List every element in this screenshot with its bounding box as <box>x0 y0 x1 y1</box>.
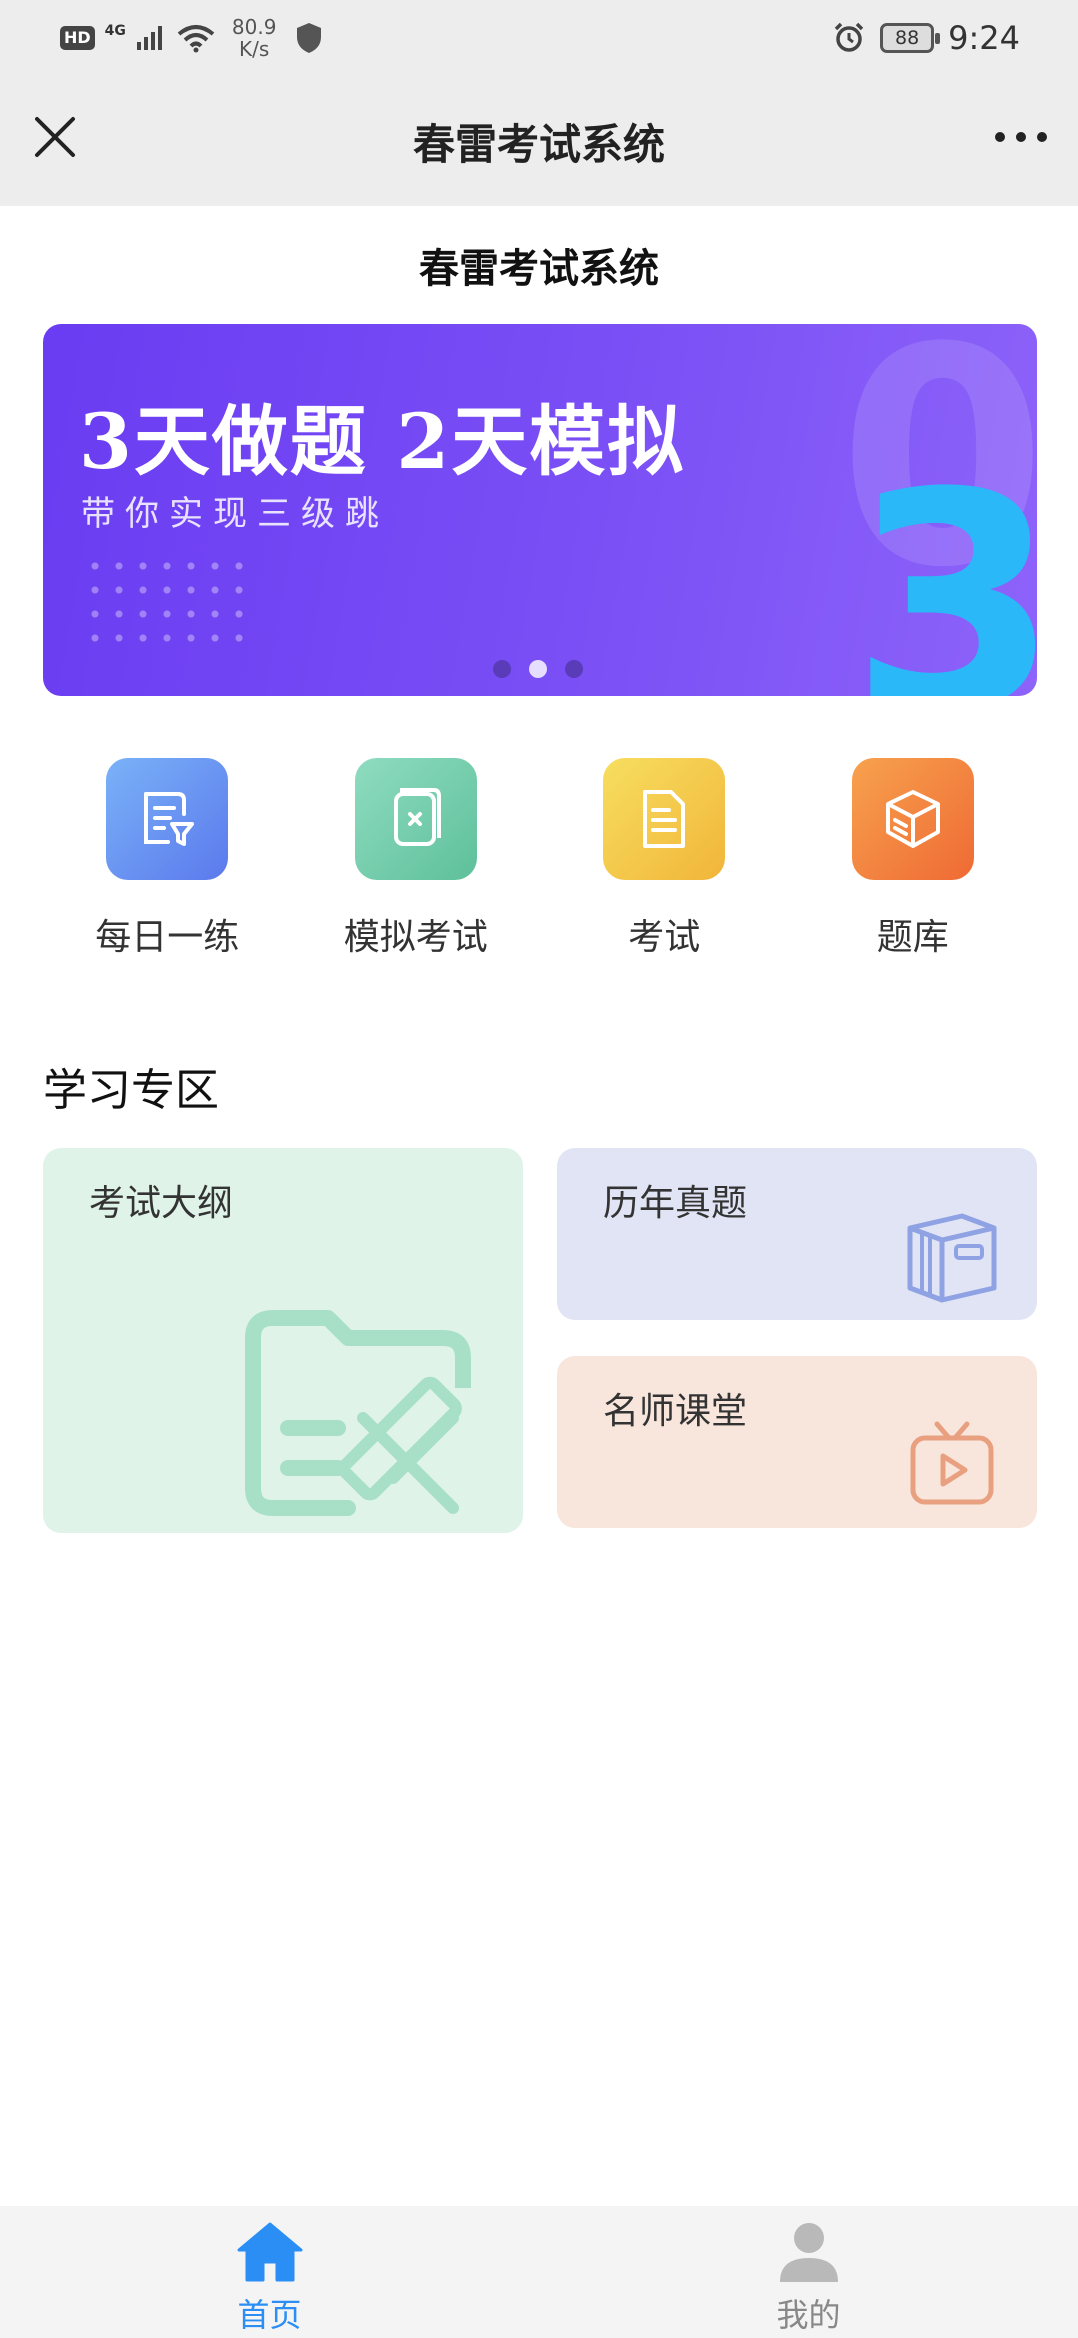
speed-value: 80.9 <box>231 15 277 39</box>
banner-subtitle: 带你实现三级跳 <box>81 494 389 534</box>
close-button[interactable] <box>30 112 80 162</box>
title-bar: 春雷考试系统 <box>0 76 1078 206</box>
close-icon <box>35 117 75 157</box>
quick-entry-question-bank[interactable]: 题库 <box>789 758 1038 960</box>
home-icon <box>237 2222 302 2282</box>
quick-entry-daily-practice[interactable]: 每日一练 <box>43 758 292 960</box>
profile-icon <box>779 2223 838 2282</box>
carousel-indicator <box>493 660 583 678</box>
carousel-dot[interactable] <box>565 660 583 678</box>
banner-headline: 3天做题 2天模拟 <box>79 397 686 486</box>
tab-profile[interactable]: 我的 <box>539 2206 1078 2338</box>
alarm-icon <box>834 22 864 52</box>
card-past-papers[interactable]: 历年真题 <box>557 1148 1037 1320</box>
battery-level: 88 <box>895 27 920 49</box>
tab-profile-label: 我的 <box>776 2296 841 2334</box>
card-label: 名师课堂 <box>603 1391 748 1432</box>
quick-entry-row: 每日一练 模拟考试 考试 题库 <box>43 758 1037 960</box>
banner-deco-three: 3 <box>850 429 1037 697</box>
quick-entry-mock-exam[interactable]: 模拟考试 <box>292 758 541 960</box>
bottom-tab-bar: 首页 我的 <box>0 2206 1078 2338</box>
more-icon <box>995 132 1047 142</box>
network-type: 4G <box>104 23 126 39</box>
signal-icon <box>136 26 162 50</box>
banner-dot-pattern <box>83 554 243 654</box>
tv-play-icon <box>910 1421 994 1505</box>
battery-indicator: 88 <box>880 23 941 53</box>
card-label: 考试大纲 <box>89 1183 234 1224</box>
tab-home-label: 首页 <box>237 2296 302 2334</box>
folder-ruler-icon <box>245 1310 471 1516</box>
hd-indicator: HD <box>60 26 95 50</box>
quick-entry-label: 每日一练 <box>95 917 240 958</box>
quick-entry-exam[interactable]: 考试 <box>540 758 789 960</box>
quick-entry-label: 考试 <box>628 917 701 958</box>
quick-entry-label: 模拟考试 <box>343 917 488 958</box>
quick-entry-label: 题库 <box>876 917 949 958</box>
books-icon <box>907 1213 997 1303</box>
carousel-dot-active[interactable] <box>529 660 547 678</box>
status-bar: HD 4G 80.9 K/s 88 9:24 <box>0 0 1078 76</box>
more-button[interactable] <box>992 122 1050 152</box>
mock-exam-icon <box>354 758 477 880</box>
card-exam-outline[interactable]: 考试大纲 <box>43 1148 523 1533</box>
nav-title: 春雷考试系统 <box>412 119 665 169</box>
promo-banner[interactable]: 0 3 3天做题 2天模拟 带你实现三级跳 <box>43 324 1037 696</box>
network-speed: 80.9 K/s <box>232 16 277 60</box>
daily-practice-icon <box>106 758 229 880</box>
card-master-class[interactable]: 名师课堂 <box>557 1356 1037 1528</box>
question-bank-icon <box>851 758 974 880</box>
exam-icon <box>603 758 726 880</box>
speed-unit: K/s <box>239 37 270 61</box>
study-zone-title: 学习专区 <box>43 1065 219 1116</box>
shield-icon <box>297 23 322 53</box>
page-title: 春雷考试系统 <box>419 246 659 292</box>
carousel-dot[interactable] <box>493 660 511 678</box>
tab-home[interactable]: 首页 <box>0 2206 539 2338</box>
card-label: 历年真题 <box>603 1183 748 1224</box>
wifi-icon <box>177 25 215 53</box>
clock: 9:24 <box>948 19 1020 57</box>
